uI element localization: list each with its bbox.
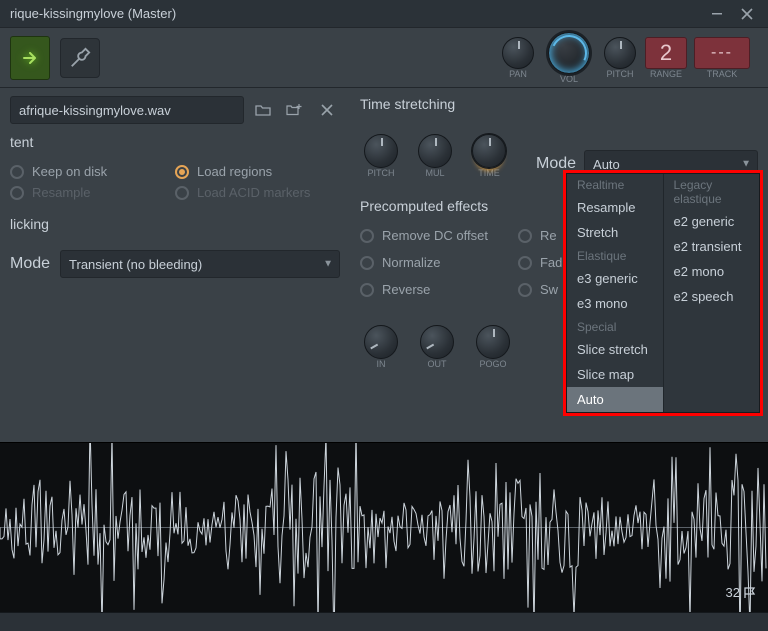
popup-item-auto[interactable]: Auto — [567, 387, 663, 412]
popup-header-elastique: Elastique — [567, 245, 663, 266]
range-field[interactable]: 2 RANGE — [646, 37, 686, 79]
fx-fade-radio[interactable]: Fad — [518, 255, 562, 270]
vol-knob[interactable]: VOL — [544, 32, 594, 84]
chevron-down-icon: ▼ — [323, 259, 333, 270]
flag-icon — [744, 587, 758, 599]
settings-button[interactable] — [60, 38, 100, 78]
folder-plus-button[interactable] — [282, 97, 308, 123]
load-regions-radio[interactable]: Load regions — [175, 164, 340, 179]
pitch-knob[interactable]: PITCH — [600, 37, 640, 79]
folder-button[interactable] — [250, 97, 276, 123]
waveform-display[interactable]: 32 — [0, 442, 768, 612]
popup-item-e3-mono[interactable]: e3 mono — [567, 291, 663, 316]
minimize-button[interactable] — [702, 3, 732, 25]
filename-input[interactable] — [10, 96, 244, 124]
popup-item-slice-stretch[interactable]: Slice stretch — [567, 337, 663, 362]
popup-item-resample[interactable]: Resample — [567, 195, 663, 220]
ts-pitch-knob[interactable]: PITCH — [364, 134, 398, 178]
horizontal-scrollbar[interactable] — [0, 612, 768, 631]
close-button[interactable] — [732, 3, 762, 25]
declick-mode-select[interactable]: Transient (no bleeding) ▼ — [60, 250, 340, 278]
fx-sw-radio[interactable]: Sw — [518, 282, 562, 297]
popup-header-special: Special — [567, 316, 663, 337]
play-button[interactable] — [10, 36, 50, 80]
declicking-section-label: licking — [10, 216, 340, 232]
out-knob[interactable]: OUT — [420, 325, 454, 369]
popup-item-stretch[interactable]: Stretch — [567, 220, 663, 245]
popup-item-e2-transient[interactable]: e2 transient — [664, 234, 760, 259]
resample-radio[interactable]: Resample — [10, 185, 175, 200]
reverse-radio[interactable]: Reverse — [360, 282, 488, 297]
titlebar: rique-kissingmylove (Master) — [0, 0, 768, 28]
popup-item-e2-generic[interactable]: e2 generic — [664, 209, 760, 234]
chevron-down-icon: ▼ — [741, 159, 751, 170]
ts-mul-knob[interactable]: MUL — [418, 134, 452, 178]
popup-item-e2-mono[interactable]: e2 mono — [664, 259, 760, 284]
in-knob[interactable]: IN — [364, 325, 398, 369]
popup-item-e3-generic[interactable]: e3 generic — [567, 266, 663, 291]
mode-dropdown: Realtime Resample Stretch Elastique e3 g… — [566, 173, 760, 413]
popup-item-e2-speech[interactable]: e2 speech — [664, 284, 760, 309]
file-close-button[interactable] — [314, 97, 340, 123]
content-section-label: tent — [10, 134, 340, 150]
remove-dc-radio[interactable]: Remove DC offset — [360, 228, 488, 243]
window-title: rique-kissingmylove (Master) — [10, 6, 176, 21]
pogo-knob[interactable]: POGO — [476, 325, 510, 369]
normalize-radio[interactable]: Normalize — [360, 255, 488, 270]
declick-mode-label: Mode — [10, 255, 50, 273]
popup-item-slice-map[interactable]: Slice map — [567, 362, 663, 387]
popup-header-legacy: Legacy elastique — [664, 174, 760, 209]
ts-time-knob[interactable]: TIME — [472, 134, 506, 178]
fx-re-radio[interactable]: Re — [518, 228, 562, 243]
load-acid-radio[interactable]: Load ACID markers — [175, 185, 340, 200]
track-field[interactable]: --- TRACK — [692, 37, 752, 79]
mode-dropdown-highlight: Realtime Resample Stretch Elastique e3 g… — [563, 170, 763, 416]
timestretch-section-label: Time stretching — [360, 96, 758, 112]
keep-on-disk-radio[interactable]: Keep on disk — [10, 164, 175, 179]
popup-header-realtime: Realtime — [567, 174, 663, 195]
pan-knob[interactable]: PAN — [498, 37, 538, 79]
header-strip: PAN VOL PITCH 2 RANGE --- TRACK — [0, 28, 768, 88]
waveform-count: 32 — [726, 585, 758, 600]
